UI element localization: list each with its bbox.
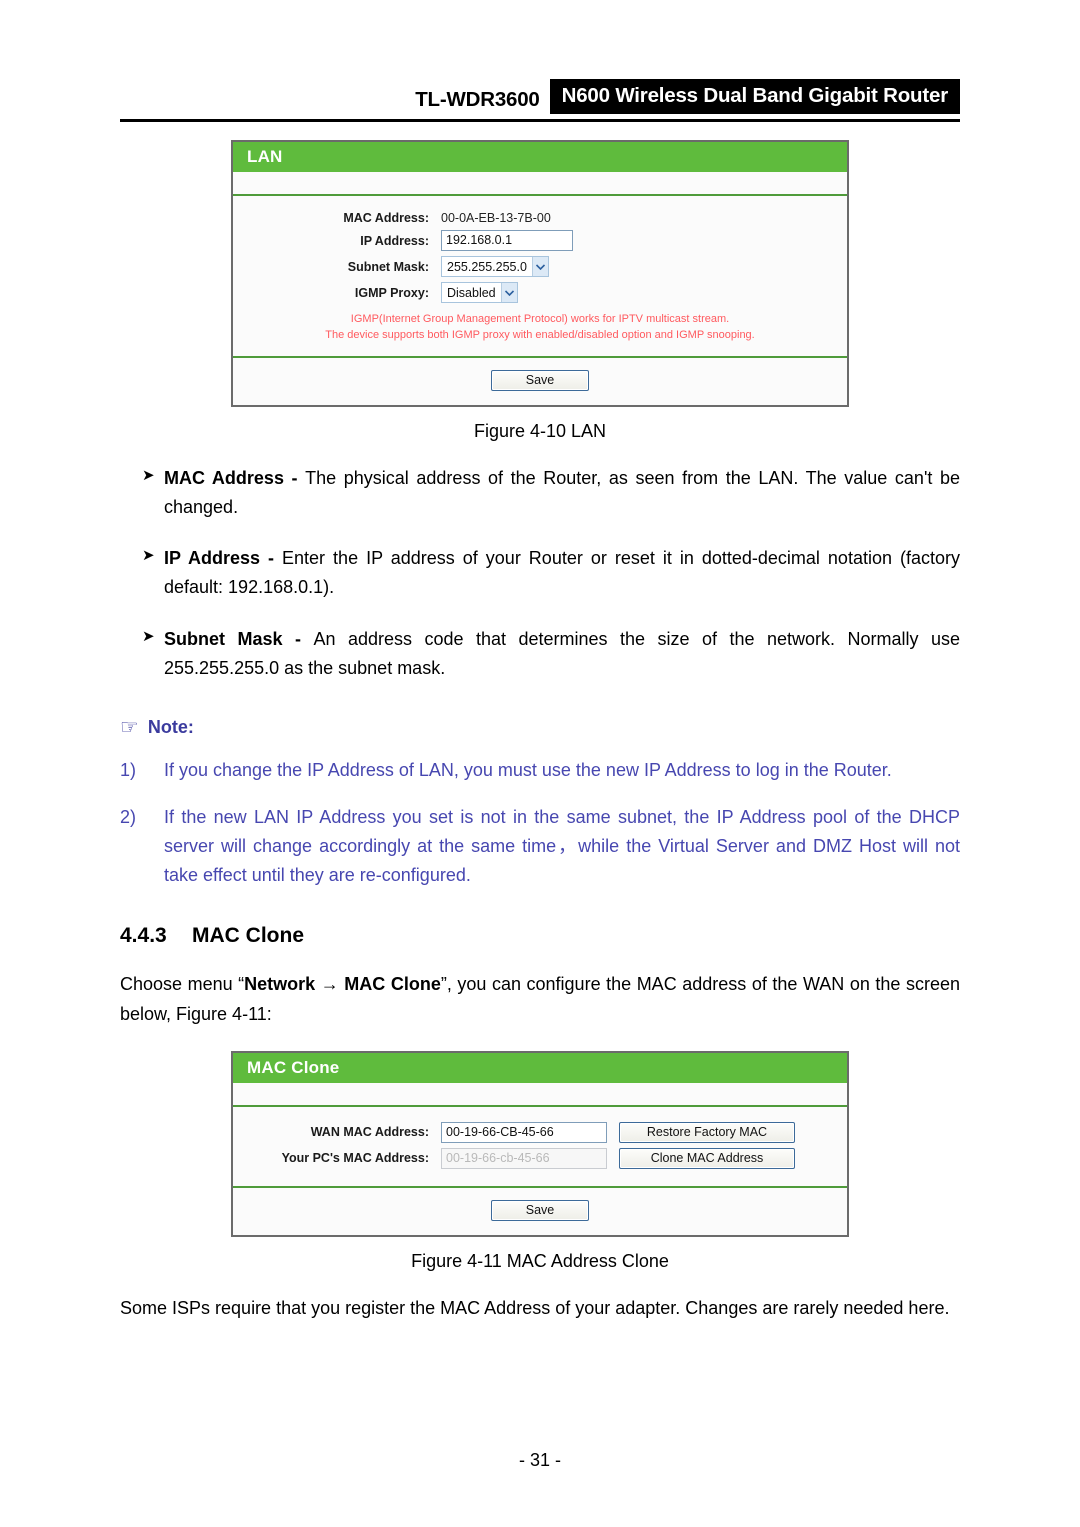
- mac-clone-panel-subbar: [233, 1082, 847, 1105]
- bullet-mac-address-term: MAC Address -: [164, 467, 306, 488]
- lan-mac-address-label: MAC Address:: [343, 211, 429, 225]
- mac-clone-panel-title: MAC Clone: [247, 1057, 340, 1077]
- lan-igmp-proxy-value: Disabled: [447, 285, 496, 300]
- chevron-down-icon[interactable]: [531, 257, 548, 276]
- wan-mac-address-row: WAN MAC Address: 00-19-66-CB-45-66 Resto…: [233, 1121, 847, 1143]
- figure-4-11-caption: Figure 4-11 MAC Address Clone: [411, 1250, 669, 1271]
- lan-subnet-mask-select[interactable]: 255.255.255.0: [441, 256, 549, 277]
- bullet-ip-address-desc: Enter the IP address of your Router or r…: [164, 548, 960, 598]
- lan-mac-address-value: 00-0A-EB-13-7B-00: [441, 211, 551, 225]
- bullet-ip-address: ➤ IP Address - Enter the IP address of y…: [120, 544, 960, 602]
- lan-igmp-proxy-label: IGMP Proxy:: [354, 285, 429, 300]
- section-title: MAC Clone: [192, 924, 304, 948]
- mac-clone-save-button[interactable]: Save: [491, 1199, 589, 1221]
- lan-ip-address-input[interactable]: 192.168.0.1: [441, 230, 573, 251]
- intro-arrow-icon: →: [315, 974, 345, 995]
- lan-panel-body: MAC Address: 00-0A-EB-13-7B-00 IP Addres…: [233, 196, 847, 356]
- section-intro-paragraph: Choose menu “Network → MAC Clone”, you c…: [120, 970, 960, 1028]
- mac-clone-panel-titlebar: MAC Clone: [233, 1052, 847, 1083]
- lan-ip-address-label: IP Address:: [360, 233, 429, 248]
- intro-menu-network: Network: [244, 974, 316, 995]
- wan-mac-address-label: WAN MAC Address:: [310, 1125, 429, 1140]
- note-label: Note:: [147, 716, 194, 737]
- note-item: 1) If you change the IP Address of LAN, …: [120, 756, 960, 785]
- lan-panel-subbar: [233, 172, 847, 194]
- pc-mac-address-row: Your PC's MAC Address: 00-19-66-cb-45-66…: [233, 1147, 847, 1169]
- bullet-marker-icon: ➤: [142, 547, 155, 565]
- lan-mac-address-row: MAC Address: 00-0A-EB-13-7B-00: [233, 211, 847, 225]
- pc-mac-address-label: Your PC's MAC Address:: [281, 1151, 429, 1166]
- bullet-subnet-mask-text: Subnet Mask - An address code that deter…: [164, 625, 960, 683]
- bullet-subnet-mask: ➤ Subnet Mask - An address code that det…: [120, 625, 960, 683]
- lan-subnet-mask-value: 255.255.255.0: [447, 259, 527, 274]
- note-heading: ☞ Note:: [120, 717, 960, 738]
- restore-factory-mac-button[interactable]: Restore Factory MAC: [619, 1121, 795, 1143]
- bullet-marker-icon: ➤: [142, 627, 155, 645]
- lan-panel-footer: Save: [233, 357, 847, 405]
- lan-panel-title: LAN: [247, 147, 283, 166]
- figure-4-10-caption: Figure 4-10 LAN: [473, 420, 607, 441]
- bullet-mac-address: ➤ MAC Address - The physical address of …: [120, 464, 960, 522]
- header-divider: [120, 119, 960, 122]
- lan-panel-titlebar: LAN: [233, 142, 847, 172]
- bullet-ip-address-text: IP Address - Enter the IP address of you…: [164, 544, 960, 602]
- lan-ip-address-row: IP Address: 192.168.0.1: [233, 230, 847, 251]
- clone-mac-address-button[interactable]: Clone MAC Address: [619, 1147, 795, 1169]
- note-item-number: 1): [120, 759, 137, 780]
- note-item-text: If the new LAN IP Address you set is not…: [164, 806, 960, 886]
- pointing-hand-icon: ☞: [120, 715, 139, 739]
- note-item-text: If you change the IP Address of LAN, you…: [164, 759, 892, 780]
- wan-mac-address-input[interactable]: 00-19-66-CB-45-66: [441, 1121, 607, 1143]
- section-number: 4.4.3: [120, 924, 167, 948]
- closing-paragraph: Some ISPs require that you register the …: [120, 1297, 950, 1318]
- lan-settings-panel: LAN MAC Address: 00-0A-EB-13-7B-00 IP Ad…: [231, 140, 849, 407]
- document-page: TL-WDR3600 N600 Wireless Dual Band Gigab…: [0, 0, 1080, 1527]
- lan-subnet-mask-label: Subnet Mask:: [347, 259, 429, 274]
- mac-clone-panel-footer: Save: [233, 1187, 847, 1235]
- lan-igmp-hint-line2: The device supports both IGMP proxy with…: [325, 328, 755, 341]
- bullet-subnet-mask-term: Subnet Mask -: [164, 628, 314, 649]
- intro-menu-mac-clone: MAC Clone: [344, 974, 441, 995]
- router-model-label: TL-WDR3600: [415, 88, 540, 111]
- lan-subnet-mask-row: Subnet Mask: 255.255.255.0: [233, 256, 847, 277]
- lan-igmp-proxy-row: IGMP Proxy: Disabled: [233, 282, 847, 303]
- product-name-badge: N600 Wireless Dual Band Gigabit Router: [549, 79, 960, 114]
- lan-igmp-proxy-select[interactable]: Disabled: [441, 282, 518, 303]
- bullet-marker-icon: ➤: [142, 466, 155, 484]
- bullet-mac-address-text: MAC Address - The physical address of th…: [164, 464, 960, 522]
- lan-igmp-hint: IGMP(Internet Group Management Protocol)…: [233, 312, 847, 344]
- running-header: TL-WDR3600 N600 Wireless Dual Band Gigab…: [120, 0, 960, 114]
- lan-save-button[interactable]: Save: [491, 369, 589, 391]
- lan-igmp-hint-line1: IGMP(Internet Group Management Protocol)…: [350, 313, 730, 325]
- page-number: - 31 -: [518, 1450, 561, 1470]
- note-item: 2) If the new LAN IP Address you set is …: [120, 803, 960, 890]
- mac-clone-panel-body: WAN MAC Address: 00-19-66-CB-45-66 Resto…: [233, 1106, 847, 1186]
- section-heading: 4.4.3 MAC Clone: [120, 924, 960, 948]
- pc-mac-address-input: 00-19-66-cb-45-66: [441, 1147, 607, 1169]
- intro-pre: Choose menu “: [120, 974, 245, 995]
- note-item-number: 2): [120, 806, 137, 827]
- bullet-ip-address-term: IP Address -: [164, 548, 283, 569]
- mac-clone-panel: MAC Clone WAN MAC Address: 00-19-66-CB-4…: [231, 1050, 849, 1237]
- chevron-down-icon[interactable]: [500, 283, 517, 302]
